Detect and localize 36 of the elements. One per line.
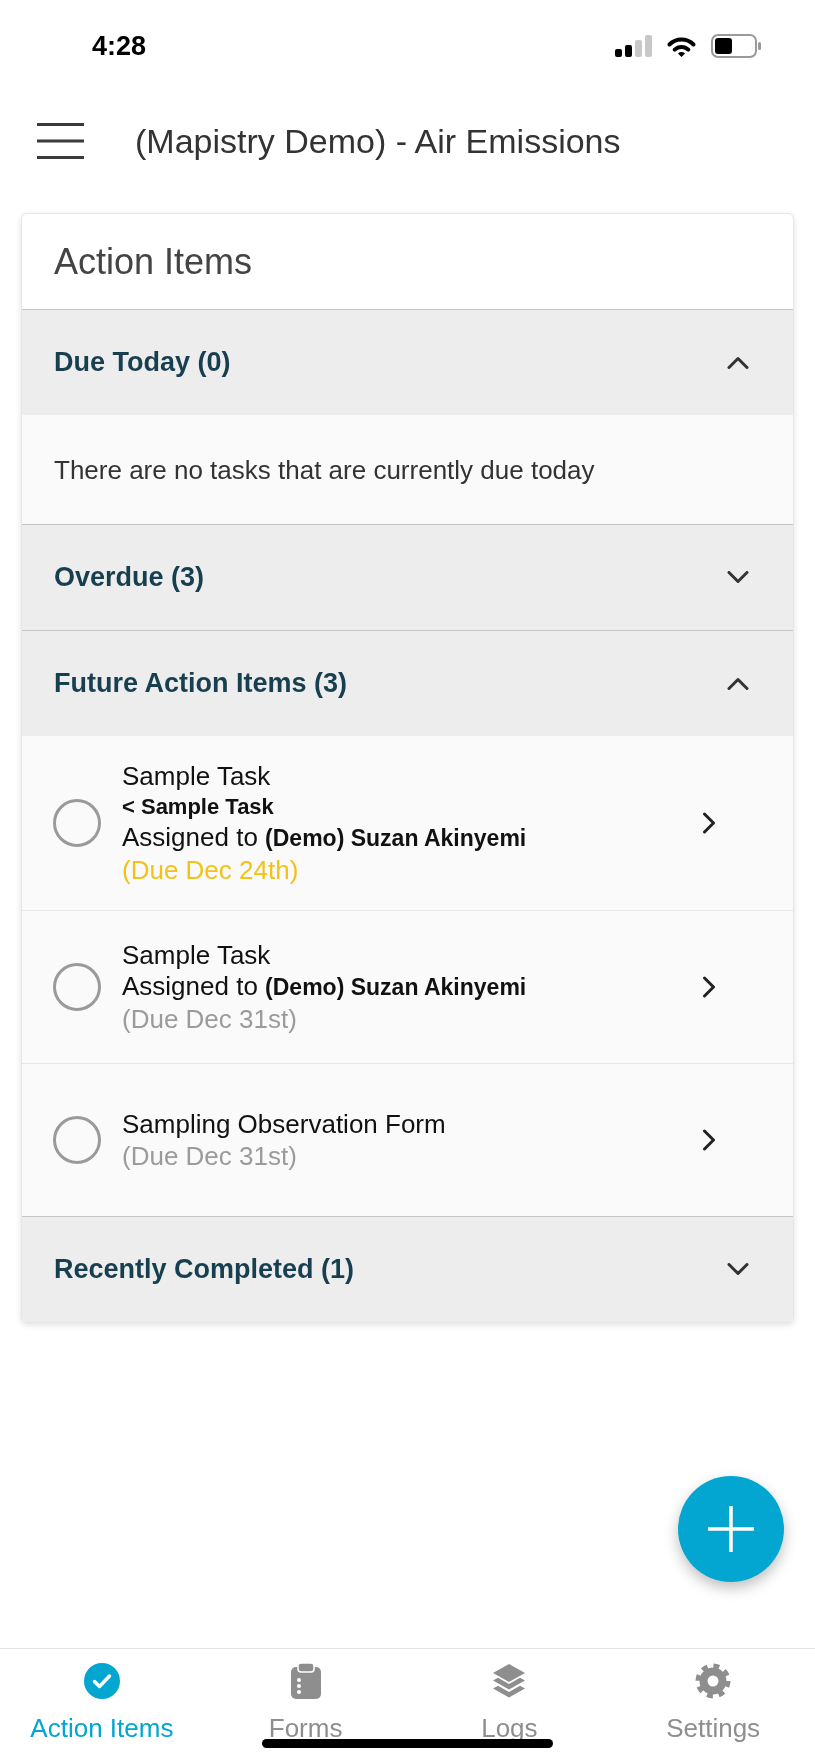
task-title: Sample Task <box>122 939 271 971</box>
status-time: 4:28 <box>92 32 147 60</box>
page-title: (Mapistry Demo) - Air Emissions <box>135 124 621 158</box>
section-header[interactable]: Future Action Items (3) <box>22 630 793 736</box>
settings-icon <box>695 1663 732 1699</box>
check-circle-icon <box>83 1663 120 1699</box>
chevron-right-icon <box>702 812 716 834</box>
due-date: (Due Dec 31st) <box>122 1140 297 1172</box>
section-header[interactable]: Due Today (0) <box>22 309 793 415</box>
assignee-text: Assigned to (Demo) Suzan Akinyemi <box>122 971 527 1003</box>
clipboard-icon <box>290 1663 321 1699</box>
add-button[interactable] <box>678 1476 784 1582</box>
checkbox[interactable] <box>53 963 101 1011</box>
task-row[interactable]: Sampling Observation Form (Due Dec 31st) <box>22 1063 793 1216</box>
chevron-right-icon <box>702 1129 716 1151</box>
checkbox[interactable] <box>53 799 101 847</box>
layers-icon <box>491 1663 528 1699</box>
task-title: Sampling Observation Form <box>122 1108 446 1140</box>
task-row[interactable]: Sample Task < Sample Task Assigned to (Demo) Suzan Akinyemi (Due Dec 24th) <box>22 736 793 910</box>
task-row[interactable]: Sample Task Assigned to (Demo) Suzan Akinyemi (Due Dec 31st) <box>22 910 793 1063</box>
card-title: Action Items <box>54 243 253 280</box>
parent-task: < Sample Task <box>122 793 274 821</box>
section-header[interactable]: Overdue (3) <box>22 524 793 630</box>
checkbox[interactable] <box>53 1116 101 1164</box>
battery-icon <box>711 34 762 58</box>
section-header[interactable]: Recently Completed (1) <box>22 1216 793 1322</box>
due-date: (Due Dec 24th) <box>122 854 299 886</box>
wifi-icon <box>666 35 697 57</box>
task-title: Sample Task <box>122 760 271 792</box>
menu-icon[interactable] <box>37 123 84 159</box>
chevron-right-icon <box>702 976 716 998</box>
empty-message: There are no tasks that are currently due today <box>54 456 595 483</box>
plus-icon <box>708 1506 754 1552</box>
signal-icon <box>615 35 652 57</box>
assignee-text: Assigned to (Demo) Suzan Akinyemi <box>122 822 527 854</box>
due-date: (Due Dec 31st) <box>122 1003 297 1035</box>
